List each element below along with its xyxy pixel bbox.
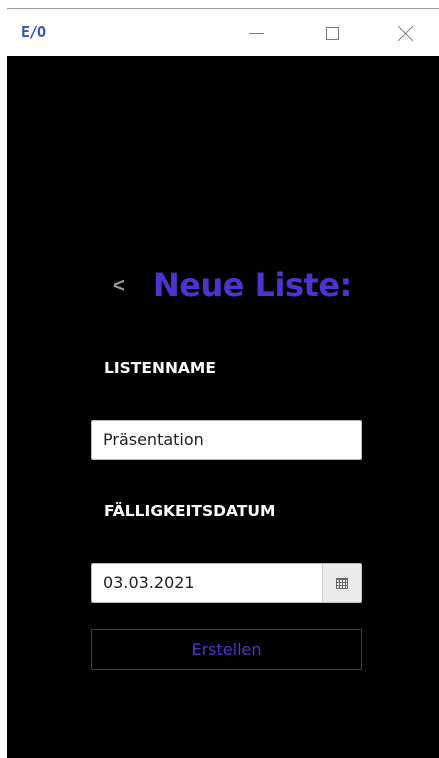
list-name-label: LISTENNAME bbox=[104, 359, 216, 377]
minimize-button[interactable] bbox=[233, 9, 279, 57]
create-button[interactable]: Erstellen bbox=[91, 629, 362, 670]
minimize-icon bbox=[248, 32, 264, 34]
title-bar: E/O bbox=[7, 8, 439, 57]
calendar-icon bbox=[336, 577, 348, 589]
close-icon bbox=[398, 25, 414, 41]
due-date-picker[interactable]: 03.03.2021 bbox=[91, 563, 362, 603]
app-logo: E/O bbox=[21, 23, 46, 41]
due-date-label: FÄLLIGKEITSDATUM bbox=[104, 502, 276, 520]
main-content: < Neue Liste: LISTENNAME Präsentation FÄ… bbox=[7, 56, 439, 758]
list-name-input[interactable]: Präsentation bbox=[91, 420, 362, 460]
back-button[interactable]: < bbox=[109, 274, 129, 298]
due-date-value[interactable]: 03.03.2021 bbox=[92, 564, 344, 602]
page-title: Neue Liste: bbox=[153, 266, 352, 304]
maximize-icon bbox=[325, 26, 339, 40]
close-button[interactable] bbox=[383, 9, 429, 57]
open-calendar-button[interactable] bbox=[322, 564, 361, 602]
app-window: E/O < Neue Liste: LISTENNAME Präsentatio… bbox=[0, 0, 439, 758]
maximize-button[interactable] bbox=[309, 9, 355, 57]
